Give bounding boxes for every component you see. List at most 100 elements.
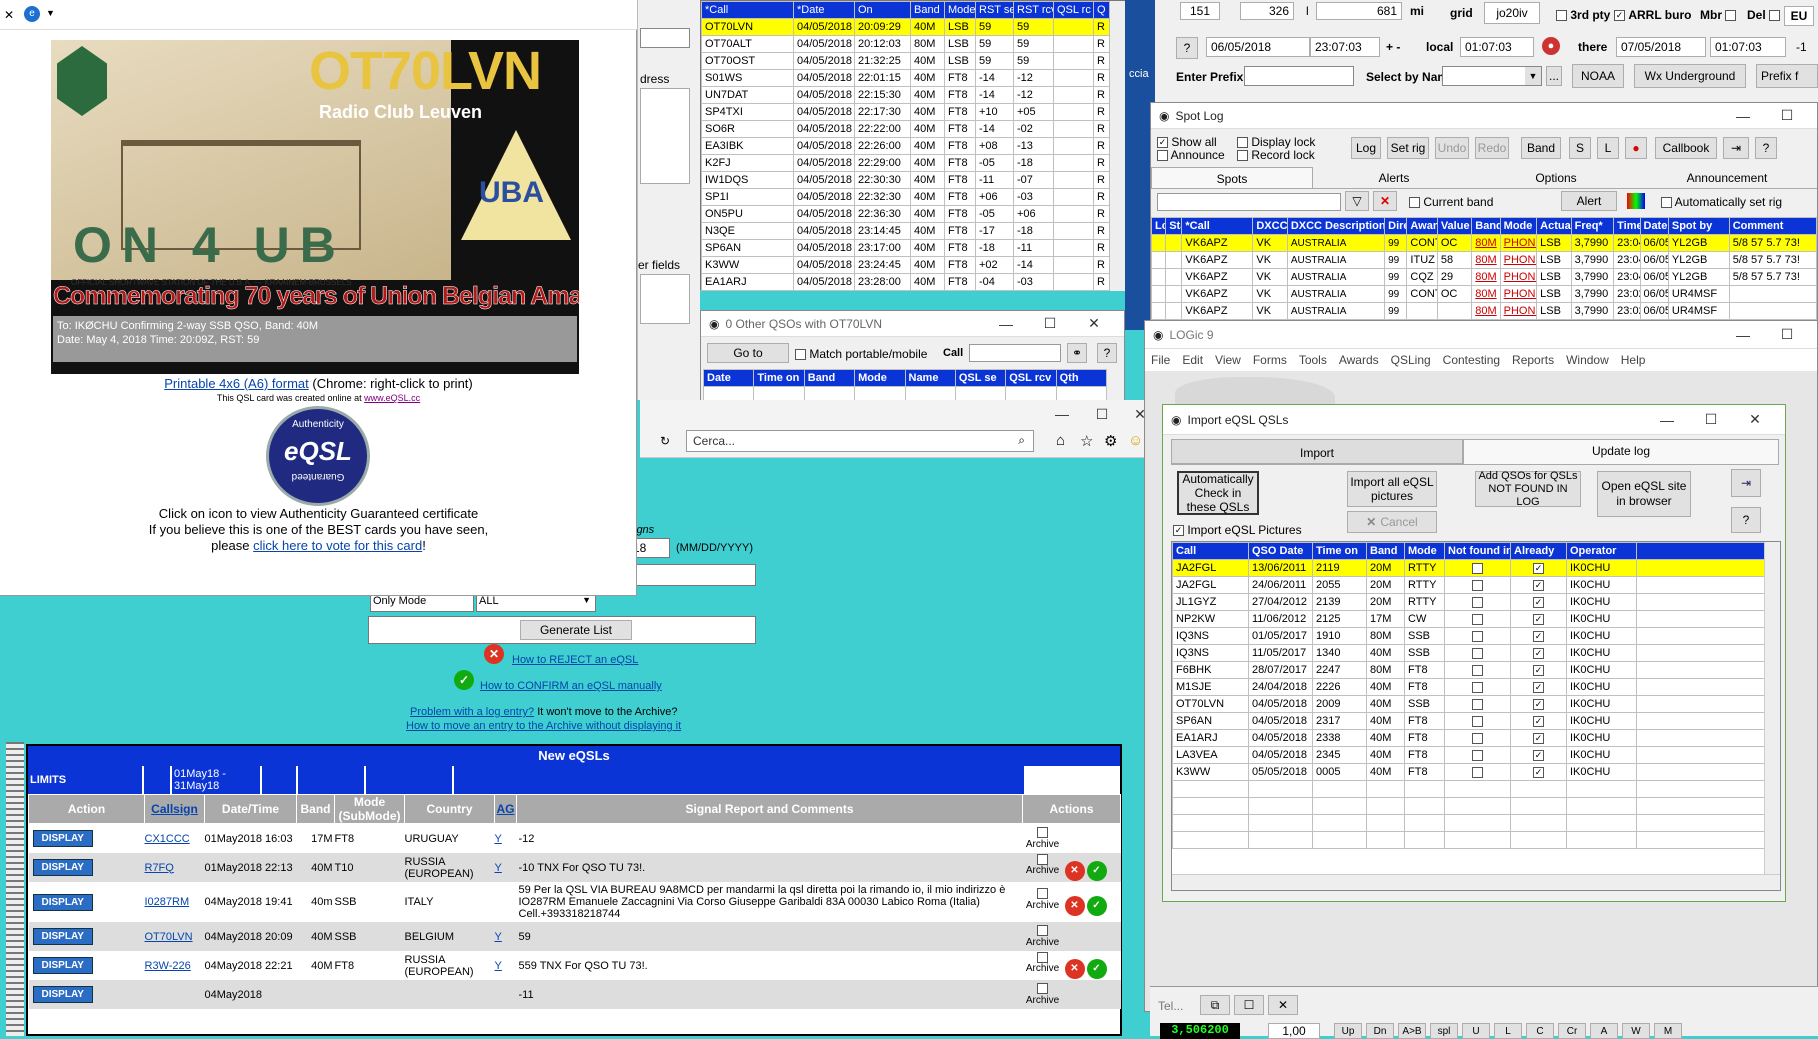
column-header[interactable]: DXCC bbox=[1252, 217, 1288, 235]
import-pictures-check[interactable]: ✓ Import eQSL Pictures bbox=[1173, 523, 1302, 537]
menu-item-file[interactable]: File bbox=[1151, 353, 1170, 367]
third-pty-check[interactable]: 3rd pty bbox=[1556, 8, 1610, 22]
column-header[interactable]: QSO Date bbox=[1248, 542, 1313, 560]
column-header[interactable]: Value bbox=[1436, 217, 1473, 235]
display-button[interactable]: DISPLAY bbox=[32, 986, 93, 1003]
rig-button[interactable]: C bbox=[1526, 1023, 1554, 1039]
band-button[interactable]: Band bbox=[1521, 137, 1561, 159]
import-row[interactable]: JA2FGL 13/06/2011 2119 20M RTTY ✓ IK0CHU bbox=[1172, 559, 1765, 577]
fields-box[interactable] bbox=[640, 274, 690, 324]
reject-link[interactable]: How to REJECT an eQSL bbox=[512, 654, 638, 666]
rig-button[interactable]: Dn bbox=[1366, 1023, 1394, 1039]
not-found-check[interactable] bbox=[1444, 746, 1511, 764]
checkbox[interactable] bbox=[1472, 579, 1483, 591]
column-header[interactable]: Date bbox=[702, 369, 755, 387]
not-found-check[interactable] bbox=[1444, 559, 1511, 577]
continent-field[interactable]: EU bbox=[1784, 6, 1814, 26]
date1-field[interactable]: 06/05/2018 bbox=[1206, 37, 1310, 57]
column-header[interactable]: QSL rc bbox=[1053, 1, 1094, 19]
column-header[interactable]: Freq* bbox=[1570, 217, 1615, 235]
log-row[interactable]: OT70OST 04/05/2018 21:32:25 40M LSB 59 59 R bbox=[701, 52, 1110, 70]
log-button[interactable]: Log bbox=[1351, 137, 1381, 159]
open-eqsl-site-button[interactable]: Open eQSL site in browser bbox=[1597, 471, 1691, 517]
help-icon[interactable]: ? bbox=[1755, 137, 1777, 159]
auto-check-button[interactable]: Automatically Check in these QSLs bbox=[1177, 471, 1259, 515]
checkbox-checked[interactable]: ✓ bbox=[1533, 647, 1544, 659]
del-check[interactable]: Del bbox=[1747, 8, 1781, 22]
callsign-link[interactable]: R3W-226 bbox=[145, 960, 191, 972]
match-portable-check[interactable]: Match portable/mobile bbox=[795, 347, 927, 361]
column-header[interactable]: Mode bbox=[1404, 542, 1445, 560]
column-header[interactable]: Mode bbox=[1499, 217, 1538, 235]
display-button[interactable]: DISPLAY bbox=[32, 859, 93, 876]
archive-checkbox[interactable] bbox=[1037, 827, 1048, 839]
spot-row[interactable]: VK6APZVKAUSTRALIA99 80MPHONELSB3,799023:0… bbox=[1150, 302, 1818, 320]
rig-button[interactable]: A bbox=[1590, 1023, 1618, 1039]
import-all-pictures-button[interactable]: Import all eQSL pictures bbox=[1347, 471, 1437, 507]
show-all-check[interactable]: ✓ Show all bbox=[1157, 135, 1217, 149]
step-field[interactable]: 1,00 bbox=[1268, 1023, 1320, 1039]
alert-button[interactable]: Alert bbox=[1561, 191, 1617, 211]
rig-button[interactable]: M bbox=[1654, 1023, 1682, 1039]
callsign-link[interactable]: R7FQ bbox=[145, 862, 174, 874]
import-row[interactable]: SP6AN 04/05/2018 2317 40M FT8 ✓ IK0CHU bbox=[1172, 712, 1765, 730]
favorites-icon[interactable]: ☆ bbox=[1080, 432, 1093, 450]
there-date-field[interactable]: 07/05/2018 bbox=[1616, 37, 1706, 57]
authenticity-seal-icon[interactable]: Authenticity eQSL Guaranteed bbox=[266, 406, 370, 506]
column-header[interactable]: *Call bbox=[1181, 217, 1254, 235]
combo-box[interactable] bbox=[640, 28, 690, 48]
record-icon[interactable]: ● bbox=[1625, 137, 1647, 159]
column-header[interactable]: *Date bbox=[793, 1, 855, 19]
callbook-button[interactable]: Callbook bbox=[1655, 137, 1717, 159]
already-check[interactable]: ✓ bbox=[1510, 559, 1567, 577]
rig-button[interactable]: Up bbox=[1334, 1023, 1362, 1039]
rig-button[interactable]: L bbox=[1494, 1023, 1522, 1039]
grid-field[interactable]: jo20iv bbox=[1484, 2, 1540, 24]
menu-item-help[interactable]: Help bbox=[1621, 353, 1646, 367]
checkbox[interactable] bbox=[1472, 749, 1483, 761]
vote-link[interactable]: click here to vote for this card bbox=[253, 538, 422, 553]
menu-item-contesting[interactable]: Contesting bbox=[1443, 353, 1500, 367]
column-header[interactable]: Band bbox=[1366, 542, 1405, 560]
checkbox[interactable] bbox=[1472, 596, 1483, 608]
log-row[interactable]: UN7DAT 04/05/2018 22:15:30 40M FT8 -14 -12 R bbox=[701, 86, 1110, 104]
checkbox[interactable] bbox=[1472, 698, 1483, 710]
spot-row[interactable]: VK6APZVKAUSTRALIA99ITUZ5880MPHONELSB3,79… bbox=[1150, 251, 1818, 269]
checkbox-checked[interactable]: ✓ bbox=[1533, 681, 1544, 693]
close-button[interactable]: ✕ bbox=[1268, 995, 1298, 1015]
checkbox-checked[interactable]: ✓ bbox=[1533, 732, 1544, 744]
field-326[interactable]: 326 bbox=[1240, 2, 1294, 20]
maximize-button[interactable]: ☐ bbox=[1234, 995, 1264, 1015]
there-time-field[interactable]: 01:07:03 bbox=[1710, 37, 1786, 57]
menu-item-qsling[interactable]: QSLing bbox=[1391, 353, 1431, 367]
checkbox[interactable] bbox=[1472, 664, 1483, 676]
not-found-check[interactable] bbox=[1444, 712, 1511, 730]
minimize-button[interactable]: — bbox=[984, 316, 1028, 332]
column-header[interactable]: Spot by bbox=[1667, 217, 1730, 235]
maximize-button[interactable]: ☐ bbox=[1028, 315, 1072, 332]
column-header[interactable]: Operator bbox=[1566, 542, 1637, 560]
checkbox[interactable] bbox=[1472, 715, 1483, 727]
log-row[interactable]: K3WW 04/05/2018 23:24:45 40M FT8 +02 -14 R bbox=[701, 256, 1110, 274]
import-row[interactable]: LA3VEA 04/05/2018 2345 40M FT8 ✓ IK0CHU bbox=[1172, 746, 1765, 764]
restore-button[interactable]: ⧉ bbox=[1200, 995, 1230, 1015]
column-header[interactable]: Time on bbox=[753, 369, 805, 387]
display-button[interactable]: DISPLAY bbox=[32, 928, 93, 945]
color-palette-icon[interactable] bbox=[1627, 193, 1645, 209]
chevron-down-icon[interactable]: ▼ bbox=[1525, 67, 1541, 85]
log-row[interactable]: EA3IBK 04/05/2018 22:26:00 40M FT8 +08 -13 R bbox=[701, 137, 1110, 155]
checkbox-checked[interactable]: ✓ bbox=[1533, 562, 1544, 574]
not-found-check[interactable] bbox=[1444, 644, 1511, 662]
menu-item-awards[interactable]: Awards bbox=[1339, 353, 1379, 367]
menu-item-view[interactable]: View bbox=[1215, 353, 1241, 367]
minimize-button[interactable]: — bbox=[1645, 412, 1689, 428]
display-button[interactable]: DISPLAY bbox=[32, 893, 93, 911]
column-header[interactable]: RST rcv bbox=[1013, 1, 1054, 19]
prefix-input[interactable] bbox=[1244, 66, 1354, 86]
import-row[interactable]: EA1ARJ 04/05/2018 2338 40M FT8 ✓ IK0CHU bbox=[1172, 729, 1765, 747]
reject-icon[interactable]: ✕ bbox=[1064, 895, 1085, 916]
log-row[interactable]: OT70LVN 04/05/2018 20:09:29 40M LSB 59 59 R bbox=[701, 18, 1110, 36]
exit-icon[interactable]: ⇥ bbox=[1723, 137, 1749, 159]
column-header[interactable]: Qth bbox=[1055, 369, 1108, 387]
menu-item-edit[interactable]: Edit bbox=[1182, 353, 1203, 367]
